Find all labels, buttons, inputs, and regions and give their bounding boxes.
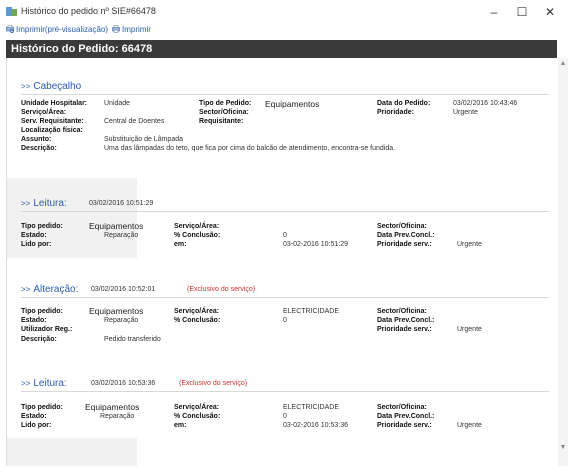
conclusao-label: % Conclusão: <box>174 413 221 420</box>
localizacao-label: Localização física: <box>21 127 83 134</box>
servico-label: Serviço/Área: <box>174 223 220 230</box>
conclusao-value: 0 <box>283 232 287 239</box>
section-divider <box>21 297 549 298</box>
tipo-pedido-label: Tipo pedido: <box>21 308 63 315</box>
assunto-value: Substituição de Lâmpada <box>104 136 183 143</box>
section-title-cabecalho: >> Cabeçalho <box>21 81 82 92</box>
conclusao-value: 0 <box>283 317 287 324</box>
prioridade-value: Urgente <box>457 241 482 248</box>
em-label: em: <box>174 422 187 429</box>
section-divider <box>21 94 549 95</box>
maximize-button[interactable]: ☐ <box>509 3 535 21</box>
print-label: Imprimir <box>122 25 151 34</box>
window-title: Histórico do pedido nº SIE#66478 <box>21 6 156 16</box>
prioridade-value: Urgente <box>457 422 482 429</box>
page-title: Histórico do Pedido: 66478 <box>11 43 153 55</box>
lido-por-label: Lido por: <box>21 241 52 248</box>
minimize-button[interactable]: – <box>481 3 507 21</box>
tipo-pedido-value: Equipamentos <box>89 306 144 316</box>
entry-title: >> Alteração: <box>21 284 79 295</box>
servico-label: Serviço/Área: <box>174 308 220 315</box>
scroll-up-icon[interactable]: ▲ <box>559 60 567 68</box>
em-value: 03-02-2016 10:51:29 <box>283 241 348 248</box>
descricao-label: Descrição: <box>21 336 57 343</box>
estado-value: Reparação <box>104 232 139 239</box>
em-value: 03-02-2016 10:53:36 <box>283 422 348 429</box>
utilizador-label: Utilizador Reg.: <box>21 326 73 333</box>
prioridade-value: Urgente <box>453 109 478 116</box>
lido-por-label: Lido por: <box>21 422 52 429</box>
print-link[interactable]: Imprimir <box>112 25 151 34</box>
requisitante-label: Requisitante: <box>199 118 244 125</box>
descricao-value: Uma das lâmpadas do teto, que fica por c… <box>104 145 396 152</box>
servico-label: Serviço/Área: <box>21 109 67 116</box>
conclusao-label: % Conclusão: <box>174 317 221 324</box>
descricao-value: Pedido transferido <box>104 336 161 343</box>
entry-datetime: 03/02/2016 10:52:01 <box>91 286 156 293</box>
unidade-value: Unidade <box>104 100 131 107</box>
entry-title: >> Leitura: <box>21 198 67 209</box>
page-header: Histórico do Pedido: 66478 <box>6 40 557 58</box>
entry-datetime: 03/02/2016 10:53:36 <box>91 380 156 387</box>
data-prev-label: Data Prev.Concl.: <box>377 413 435 420</box>
data-prev-label: Data Prev.Concl.: <box>377 232 435 239</box>
exclusive-badge: (Exclusivo do serviço) <box>179 380 248 387</box>
assunto-label: Assunto: <box>21 136 52 143</box>
scroll-down-icon[interactable]: ▼ <box>559 444 567 452</box>
exclusive-badge: (Exclusivo do serviço) <box>187 286 256 293</box>
sector-label: Sector/Oficina: <box>377 223 427 230</box>
prioridade-label: Prioridade serv.: <box>377 241 432 248</box>
data-pedido-value: 03/02/2016 10:43:46 <box>453 100 518 107</box>
print-icon <box>112 25 120 33</box>
vertical-scrollbar[interactable]: ▲ ▼ <box>558 58 568 466</box>
estado-value: Reparação <box>104 317 139 324</box>
tipo-pedido-label: Tipo de Pedido: <box>199 100 252 107</box>
estado-label: Estado: <box>21 413 47 420</box>
servico-label: Serviço/Área: <box>174 404 220 411</box>
data-pedido-label: Data do Pedido: <box>377 100 431 107</box>
sector-label: Sector/Oficina: <box>377 308 427 315</box>
unidade-label: Unidade Hospitalar: <box>21 100 88 107</box>
data-prev-label: Data Prev.Concl.: <box>377 317 435 324</box>
prioridade-value: Urgente <box>457 326 482 333</box>
section-divider <box>21 391 549 392</box>
sector-label: Sector/Oficina: <box>199 109 249 116</box>
entry-datetime: 03/02/2016 10:51:29 <box>89 200 154 207</box>
close-button[interactable]: ✕ <box>537 3 563 21</box>
app-icon <box>6 7 17 16</box>
window-titlebar: Histórico do pedido nº SIE#66478 – ☐ ✕ <box>0 0 573 24</box>
serv-requisitante-label: Serv. Requisitante: <box>21 118 84 125</box>
serv-requisitante-value: Central de Doentes <box>104 118 165 125</box>
sector-label: Sector/Oficina: <box>377 404 427 411</box>
descricao-label: Descrição: <box>21 145 57 152</box>
background-band <box>7 438 137 466</box>
entry-title: >> Leitura: <box>21 378 67 389</box>
history-content: >> Cabeçalho Unidade Hospitalar: Unidade … <box>6 58 558 466</box>
print-preview-label: Imprimir(pré-visualização) <box>16 25 109 34</box>
prioridade-label: Prioridade serv.: <box>377 326 432 333</box>
prioridade-label: Prioridade serv.: <box>377 422 432 429</box>
section-divider <box>21 211 549 212</box>
tipo-pedido-label: Tipo pedido: <box>21 223 63 230</box>
estado-value: Reparação <box>100 413 135 420</box>
estado-label: Estado: <box>21 232 47 239</box>
conclusao-value: 0 <box>283 413 287 420</box>
tipo-pedido-label: Tipo pedido: <box>21 404 63 411</box>
tipo-pedido-value: Equipamentos <box>89 221 144 231</box>
estado-label: Estado: <box>21 317 47 324</box>
prioridade-label: Prioridade: <box>377 109 414 116</box>
servico-value: ELECTRICIDADE <box>283 404 340 411</box>
servico-value: ELECTRICIDADE <box>283 308 340 315</box>
tipo-pedido-value: Equipamentos <box>265 99 320 109</box>
toolbar: Imprimir(pré-visualização) Imprimir <box>0 24 573 38</box>
tipo-pedido-value: Equipamentos <box>85 402 140 412</box>
print-preview-link[interactable]: Imprimir(pré-visualização) <box>6 25 108 34</box>
conclusao-label: % Conclusão: <box>174 232 221 239</box>
print-preview-icon <box>6 25 14 33</box>
em-label: em: <box>174 241 187 248</box>
